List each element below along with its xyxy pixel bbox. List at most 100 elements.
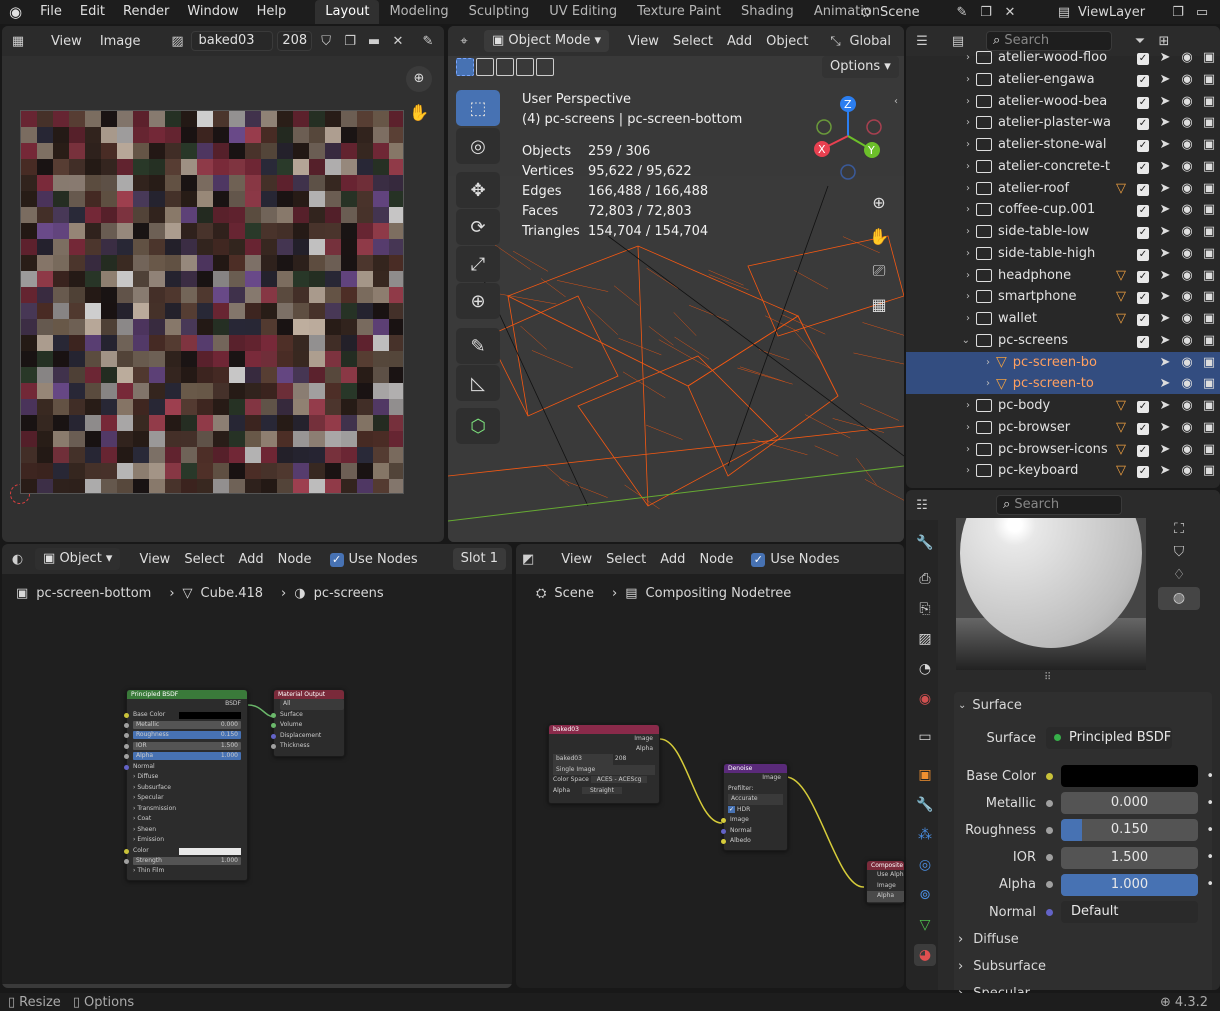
preview-cloth-icon[interactable]: ⛉ (1158, 541, 1200, 564)
select-arrow-icon[interactable]: ➤ (1154, 246, 1176, 261)
view-layer-tab-icon[interactable]: ▨ (914, 628, 936, 650)
baked-texture-image[interactable] (20, 110, 404, 494)
duplicate-icon[interactable]: ❐ (340, 31, 360, 51)
mode-dropdown[interactable]: ▣ Object Mode ▾ (484, 30, 609, 52)
particles-tab-icon[interactable]: ⁂ (914, 824, 936, 846)
camera-render-icon[interactable]: ▣ (1198, 94, 1220, 109)
3d-viewport[interactable]: ⌖ ▣ Object Mode ▾ View Select Add Object ⤡ … (448, 26, 904, 542)
base-color-field[interactable] (1061, 765, 1198, 787)
outliner-row[interactable]: › atelier-engawa ✓ ➤ ◉ ▣ (906, 69, 1220, 90)
color-space-dropdown[interactable]: ACES - ACEScg (590, 776, 648, 783)
world-tab-icon[interactable]: ◉ (914, 688, 936, 710)
modifier-tab-icon[interactable]: 🔧 (914, 794, 936, 816)
select-box-icon[interactable] (456, 58, 474, 76)
exclude-checkbox[interactable]: ✓ (1132, 398, 1154, 413)
eye-icon[interactable]: ◉ (1176, 268, 1198, 283)
material-output-input-volume[interactable]: Volume (271, 720, 344, 731)
composite-node[interactable]: Composite Use Alpha Image Alpha (866, 860, 904, 904)
collection-tab-icon[interactable]: ▭ (914, 726, 936, 748)
horizontal-scrollbar[interactable] (2, 984, 512, 988)
select-arrow-icon[interactable]: ➤ (1154, 224, 1176, 239)
exclude-checkbox[interactable]: ✓ (1132, 137, 1154, 152)
view-menu[interactable]: View (44, 34, 89, 49)
outliner-row[interactable]: › pc-body ▽ ✓ ➤ ◉ ▣ (906, 395, 1220, 416)
alpha-mode-dropdown[interactable]: Straight (581, 786, 622, 794)
exclude-checkbox[interactable]: ✓ (1132, 224, 1154, 239)
eye-icon[interactable]: ◉ (1176, 50, 1198, 65)
eye-icon[interactable]: ◉ (1176, 376, 1198, 391)
base-color-swatch[interactable] (179, 711, 241, 719)
exclude-checkbox[interactable]: ✓ (1132, 202, 1154, 218)
outliner-row[interactable]: › atelier-plaster-wa ✓ ➤ ◉ ▣ (906, 112, 1220, 133)
camera-render-icon[interactable]: ▣ (1198, 224, 1220, 239)
eye-icon[interactable]: ◉ (1176, 94, 1198, 109)
select-arrow-icon[interactable]: ➤ (1154, 398, 1176, 413)
render-tab-icon[interactable]: ⎙ (914, 568, 936, 590)
physics-tab-icon[interactable]: ◎ (914, 854, 936, 876)
preview-fluid-icon[interactable]: ♢ (1158, 564, 1200, 587)
viewport-menu-object[interactable]: Object (759, 34, 815, 49)
preview-flat-icon[interactable]: ⛶ (1158, 518, 1200, 541)
outliner-row[interactable]: › headphone ▽ ✓ ➤ ◉ ▣ (906, 265, 1220, 286)
select-arrow-icon[interactable]: ➤ (1154, 181, 1176, 196)
menu-file[interactable]: File (31, 0, 71, 24)
surface-panel-header[interactable]: ⌄ Surface (954, 692, 1212, 718)
data-tab-icon[interactable]: ▽ (914, 914, 936, 936)
camera-render-icon[interactable]: ▣ (1198, 398, 1220, 413)
scene-tab-icon[interactable]: ◔ (914, 658, 936, 680)
outliner-row[interactable]: › wallet ▽ ✓ ➤ ◉ ▣ (906, 308, 1220, 329)
bsdf-value-field[interactable]: Roughness 0.150 (133, 731, 241, 739)
editor-type-icon[interactable]: ▦ (8, 31, 28, 51)
outliner-row[interactable]: › atelier-roof ▽ ✓ ➤ ◉ ▣ (906, 178, 1220, 199)
annotate-tool-icon[interactable]: ✎ (456, 328, 500, 364)
bsdf-input-coat[interactable]: › Coat (127, 814, 247, 825)
rotate-tool-icon[interactable]: ⟳ (456, 209, 500, 245)
image-name-field[interactable]: baked03 (553, 754, 613, 765)
outliner-row[interactable]: › coffee-cup.001 ✓ ➤ ◉ ▣ (906, 199, 1220, 220)
new-scene-icon[interactable]: ❐ (976, 2, 996, 22)
subpanel-diffuse[interactable]: › Diffuse (958, 930, 1019, 948)
metallic-field[interactable]: 0.000 (1061, 792, 1198, 815)
viewport-menu-add[interactable]: Add (720, 34, 759, 49)
normal-field[interactable]: Default (1061, 901, 1198, 923)
select-arrow-icon[interactable]: ➤ (1154, 72, 1176, 87)
view-layer-selector[interactable]: ▤ ViewLayer ❐ ▭ (1054, 2, 1212, 22)
exclude-checkbox[interactable]: ✓ (1132, 420, 1154, 435)
zoom-icon[interactable]: ⊕ (866, 186, 892, 220)
image-users-count[interactable]: 208 (277, 31, 313, 51)
outliner-row[interactable]: › atelier-wood-floo ✓ ➤ ◉ ▣ (906, 47, 1220, 68)
outliner-row[interactable]: › side-table-low ✓ ➤ ◉ ▣ (906, 221, 1220, 242)
select-arrow-icon[interactable]: ➤ (1154, 333, 1176, 348)
keyframe-dot-icon[interactable]: • (1198, 877, 1214, 892)
select-invert-icon[interactable] (516, 58, 534, 76)
exclude-checkbox[interactable]: ✓ (1132, 159, 1154, 174)
remove-view-layer-icon[interactable]: ▭ (1192, 2, 1212, 22)
image-name-field[interactable]: baked03 (191, 31, 274, 51)
outliner-row[interactable]: › ▽ pc-screen-to ➤ ◉ ▣ (906, 373, 1220, 395)
select-arrow-icon[interactable]: ➤ (1154, 137, 1176, 152)
camera-render-icon[interactable]: ▣ (1198, 333, 1220, 348)
camera-render-icon[interactable]: ▣ (1198, 268, 1220, 283)
camera-render-icon[interactable]: ▣ (1198, 50, 1220, 65)
select-arrow-icon[interactable]: ➤ (1154, 311, 1176, 326)
viewport-menu-view[interactable]: View (621, 34, 666, 49)
outliner-row[interactable]: › pc-browser ▽ ✓ ➤ ◉ ▣ (906, 417, 1220, 438)
tab-modeling[interactable]: Modeling (379, 0, 458, 24)
shader-editor[interactable]: ◐ ▣ Object ▾ View Select Add Node ✓ Use Node… (2, 544, 512, 988)
select-intersect-icon[interactable] (536, 58, 554, 76)
select-box-tool-icon[interactable]: ⬚ (456, 90, 500, 126)
source-dropdown[interactable]: Single Image (553, 764, 655, 775)
exclude-checkbox[interactable]: ✓ (1132, 333, 1154, 348)
denoise-input-normal[interactable]: Normal (721, 826, 787, 837)
measure-tool-icon[interactable]: ◺ (456, 365, 500, 401)
eye-icon[interactable]: ◉ (1176, 159, 1198, 174)
bsdf-input-diffuse[interactable]: › Diffuse (127, 772, 247, 783)
material-output-input-surface[interactable]: Surface (271, 710, 344, 721)
hand-pan-icon[interactable]: ✋ (406, 100, 432, 126)
keyframe-dot-icon[interactable]: • (1198, 769, 1214, 784)
bsdf-input-roughness[interactable]: Roughness 0.150 (124, 730, 247, 741)
ortho-grid-icon[interactable]: ▦ (866, 288, 892, 322)
image-node[interactable]: baked03 Image Alpha baked03 208 Single I… (548, 724, 660, 804)
editor-type-icon[interactable]: ⌖ (454, 31, 474, 51)
exclude-checkbox[interactable]: ✓ (1132, 463, 1154, 479)
